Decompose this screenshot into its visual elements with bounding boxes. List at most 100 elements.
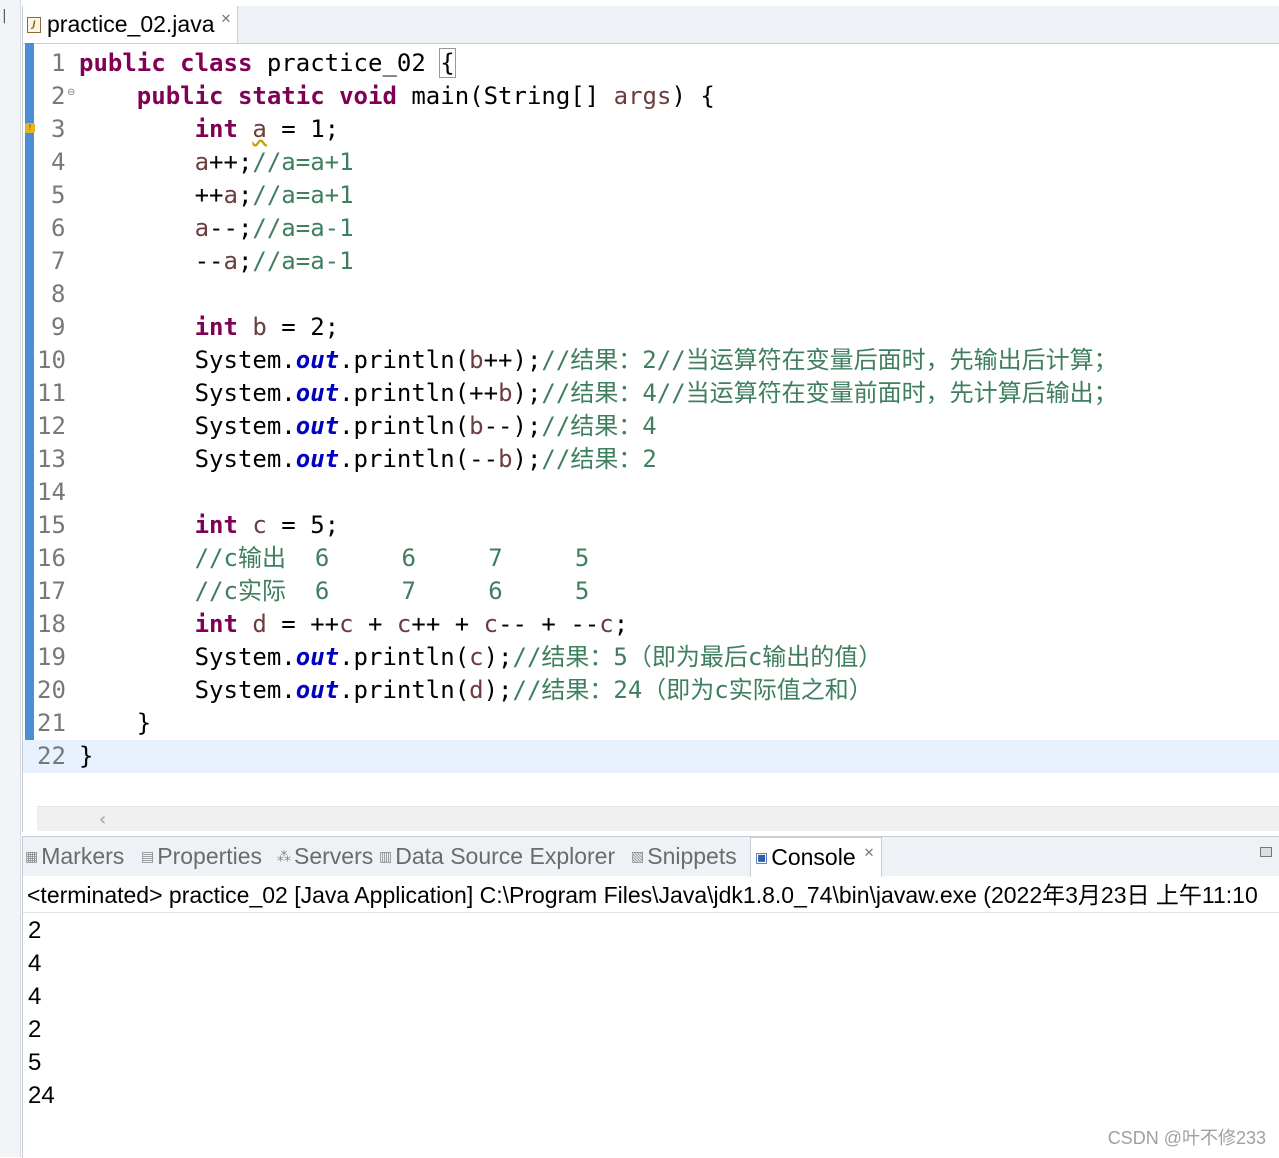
close-icon[interactable]: ✕ [221, 12, 232, 27]
code-line[interactable]: 19 System.out.println(c);//结果：5（即为最后c输出的… [23, 641, 1279, 674]
code-line[interactable]: 6 a--;//a=a-1 [23, 212, 1279, 245]
code-token: System. [79, 676, 296, 704]
code-token: ++; [209, 148, 253, 176]
code-token: System. [79, 445, 296, 473]
code-token: c [396, 610, 412, 638]
code-token: out [295, 346, 340, 374]
code-line[interactable]: 21 } [23, 707, 1279, 740]
code-token: System. [79, 379, 296, 407]
code-lines[interactable]: 1 public class practice_02 {2 ⊖ public sta… [23, 47, 1279, 773]
panel-tab-snippets[interactable]: ▧ Snippets [631, 837, 737, 876]
code-token: public [136, 82, 224, 110]
line-number: 15 [37, 511, 66, 539]
code-line[interactable]: 4 a++;//a=a+1 [23, 146, 1279, 179]
code-line[interactable]: 22} [23, 740, 1279, 773]
code-token: d [469, 676, 484, 704]
console-output-line: 5 [28, 1049, 42, 1076]
code-text: --a;//a=a-1 [79, 245, 354, 278]
panel-tab-console[interactable]: ▣ Console ✕ [750, 837, 882, 877]
code-line[interactable]: 16 //c输出 6 6 7 5 [23, 542, 1279, 575]
horizontal-scrollbar[interactable]: ‹ [37, 806, 1279, 831]
code-token: .println( [339, 676, 470, 704]
code-line[interactable]: 12 System.out.println(b--);//结果：4 [23, 410, 1279, 443]
code-text: System.out.println(d);//结果：24（即为c实际值之和） [79, 674, 873, 707]
console-output[interactable]: 2 4 4 2 5 24 [28, 914, 55, 1112]
panel-tab-data-source-explorer[interactable]: ▥ Data Source Explorer [379, 837, 615, 876]
code-token: .println( [339, 346, 470, 374]
console-output-line: 24 [28, 1082, 55, 1109]
code-token: public [79, 49, 166, 77]
code-text: int a = 1; [79, 113, 340, 146]
left-edge-mark: | [2, 8, 7, 24]
code-line[interactable]: 14 [23, 476, 1279, 509]
code-token: b [498, 445, 513, 473]
code-token: + [353, 610, 397, 638]
warning-icon[interactable]: ! [25, 123, 35, 133]
minimize-icon[interactable] [1260, 847, 1272, 857]
line-number: 10 [37, 346, 66, 374]
code-line[interactable]: 9 int b = 2; [23, 311, 1279, 344]
code-line[interactable]: 17 //c实际 6 7 6 5 [23, 575, 1279, 608]
code-text: int b = 2; [79, 311, 340, 344]
code-token: ++ [79, 181, 224, 209]
code-line[interactable]: 20 System.out.println(d);//结果：24（即为c实际值之… [23, 674, 1279, 707]
code-token: //c实际 6 7 6 5 [194, 577, 590, 605]
code-line[interactable]: 3! int a = 1; [23, 113, 1279, 146]
editor-tab-bar: J practice_02.java ✕ [23, 6, 1279, 44]
data-source-icon: ▥ [379, 848, 393, 864]
line-number: 14 [37, 478, 66, 506]
code-token: c [339, 610, 354, 638]
line-number: 13 [37, 445, 66, 473]
code-token: //a=a+1 [252, 148, 354, 176]
code-line[interactable]: 1 public class practice_02 { [23, 47, 1279, 80]
code-line[interactable]: 13 System.out.println(--b);//结果：2 [23, 443, 1279, 476]
code-token: //结果：4//当运算符在变量前面时，先计算后输出； [541, 379, 1118, 407]
console-output-line: 4 [28, 983, 42, 1010]
scroll-left-icon[interactable]: ‹ [99, 809, 106, 830]
fold-toggle-icon[interactable]: ⊖ [67, 76, 75, 109]
panel-tab-markers[interactable]: ▦ Markers [25, 837, 124, 876]
line-number: 19 [37, 643, 66, 671]
line-number: 5 [51, 181, 66, 209]
code-token: out [295, 379, 340, 407]
editor-tab-practice-02[interactable]: J practice_02.java ✕ [23, 6, 238, 43]
code-token: ); [512, 379, 542, 407]
code-line[interactable]: 8 [23, 278, 1279, 311]
line-number: 8 [51, 280, 66, 308]
line-number: 6 [51, 214, 66, 242]
code-area[interactable]: 1 public class practice_02 {2 ⊖ public sta… [23, 43, 1279, 807]
code-line[interactable]: 10 System.out.println(b++);//结果：2//当运算符在… [23, 344, 1279, 377]
code-line[interactable]: 7 --a;//a=a-1 [23, 245, 1279, 278]
panel-tab-servers[interactable]: ⁂ Servers [277, 837, 373, 876]
code-token: --; [209, 214, 253, 242]
close-icon[interactable]: ✕ [864, 845, 875, 861]
code-token: //结果：4 [541, 412, 657, 440]
console-output-line: 2 [28, 917, 42, 944]
code-token: = 5; [266, 511, 340, 539]
code-token: a [194, 214, 210, 242]
code-token: System. [79, 346, 296, 374]
code-line[interactable]: 18 int d = ++c + c++ + c-- + --c; [23, 608, 1279, 641]
code-line[interactable]: 15 int c = 5; [23, 509, 1279, 542]
bottom-panel: ▦ Markers ▤ Properties ⁂ Servers ▥ Data Source … [22, 836, 1279, 1158]
code-line[interactable]: 2 ⊖ public static void main(String[] args… [23, 80, 1279, 113]
panel-tab-properties[interactable]: ▤ Properties [141, 837, 262, 876]
console-output-line: 2 [28, 1016, 42, 1043]
code-token: //c输出 6 6 7 5 [194, 544, 590, 572]
line-number: 9 [51, 313, 66, 341]
code-token: //结果：2//当运算符在变量后面时，先输出后计算； [541, 346, 1118, 374]
code-token: a [194, 148, 210, 176]
code-line[interactable]: 11 System.out.println(++b);//结果：4//当运算符在… [23, 377, 1279, 410]
code-token: ; [237, 247, 253, 275]
code-line[interactable]: 5 ++a;//a=a+1 [23, 179, 1279, 212]
console-output-line: 4 [28, 950, 42, 977]
markers-icon: ▦ [25, 848, 39, 864]
panel-tab-label: Servers [294, 843, 374, 869]
code-text: a++;//a=a+1 [79, 146, 354, 179]
code-token: = 2; [266, 313, 340, 341]
code-token: c [599, 610, 614, 638]
